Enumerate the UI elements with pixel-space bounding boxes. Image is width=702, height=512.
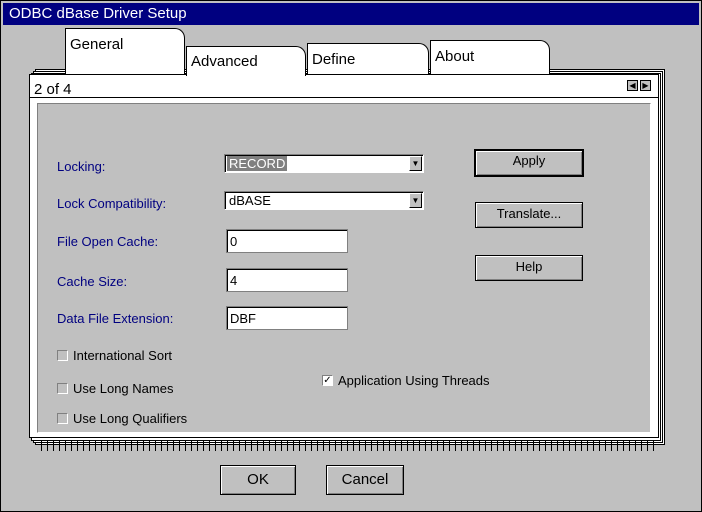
tab-general[interactable]: General — [65, 28, 185, 74]
data-file-ext-field[interactable]: DBF — [226, 306, 348, 330]
dropdown-arrow-icon[interactable]: ▼ — [409, 156, 422, 171]
advanced-panel: Locking: Lock Compatibility: File Open C… — [37, 103, 651, 433]
app-threads-checkbox[interactable]: ✓ Application Using Threads — [322, 373, 490, 388]
app-threads-label: Application Using Threads — [338, 373, 490, 388]
tab-about[interactable]: About — [430, 40, 550, 74]
apply-button[interactable]: Apply — [474, 149, 584, 177]
lock-compat-label: Lock Compatibility: — [57, 196, 167, 211]
tab-general-label: General — [70, 36, 124, 53]
lock-compat-select[interactable]: dBASE ▼ — [224, 191, 424, 210]
tab-define-label: Define — [312, 51, 356, 68]
tab-about-label: About — [435, 48, 475, 65]
long-names-checkbox[interactable]: Use Long Names — [57, 381, 173, 396]
cache-size-label: Cache Size: — [57, 274, 128, 289]
title-bar: ODBC dBase Driver Setup — [3, 3, 699, 25]
long-qualifiers-label: Use Long Qualifiers — [73, 411, 188, 426]
divider — [30, 97, 658, 98]
translate-button[interactable]: Translate... — [475, 202, 583, 228]
file-open-cache-field[interactable]: 0 — [226, 229, 348, 253]
dropdown-arrow-icon[interactable]: ▼ — [409, 193, 422, 208]
help-button[interactable]: Help — [475, 255, 583, 281]
cache-size-field[interactable]: 4 — [226, 268, 348, 292]
tab-define[interactable]: Define — [307, 43, 429, 74]
intl-sort-checkbox[interactable]: International Sort — [57, 348, 172, 363]
page-prev-icon[interactable]: ◀ — [627, 80, 638, 91]
intl-sort-label: International Sort — [73, 348, 173, 363]
checkmark-icon[interactable]: ✓ — [322, 375, 333, 386]
page-indicator: 2 of 4 — [34, 81, 72, 98]
ok-button[interactable]: OK — [220, 465, 296, 495]
file-open-cache-label: File Open Cache: — [57, 234, 159, 249]
dialog-window: ODBC dBase Driver Setup General Define A… — [0, 0, 702, 512]
tab-advanced[interactable]: Advanced — [186, 46, 306, 76]
checkbox-box[interactable] — [57, 350, 68, 361]
checkbox-box[interactable] — [57, 383, 68, 394]
locking-select[interactable]: RECORD ▼ — [224, 154, 424, 173]
lock-compat-value: dBASE — [229, 193, 271, 208]
cancel-button[interactable]: Cancel — [326, 465, 404, 495]
long-names-label: Use Long Names — [73, 381, 174, 396]
locking-label: Locking: — [57, 159, 106, 174]
spiral-binding — [41, 441, 657, 451]
page-next-icon[interactable]: ▶ — [640, 80, 651, 91]
tab-advanced-label: Advanced — [191, 53, 258, 70]
long-qualifiers-checkbox[interactable]: Use Long Qualifiers — [57, 411, 187, 426]
checkbox-box[interactable] — [57, 413, 68, 424]
locking-value: RECORD — [227, 156, 288, 171]
data-file-ext-label: Data File Extension: — [57, 311, 174, 326]
notebook-page: 2 of 4 ◀ ▶ Locking: Lock Compatibility: … — [29, 74, 659, 438]
